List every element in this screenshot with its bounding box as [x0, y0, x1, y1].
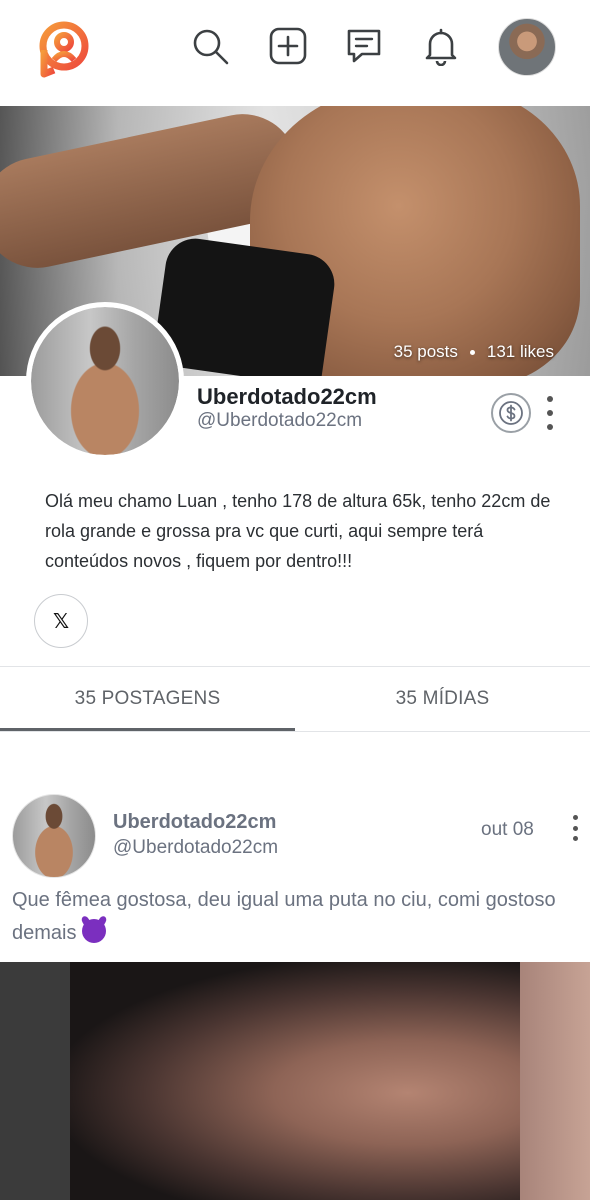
posts-count: 35 posts — [393, 342, 458, 361]
messages-icon[interactable] — [344, 26, 384, 66]
dollar-icon — [499, 401, 523, 425]
post-date: out 08 — [481, 819, 534, 840]
post-media-image[interactable] — [0, 962, 590, 1200]
tabs-divider — [0, 731, 590, 732]
tab-posts[interactable]: 35 POSTAGENS — [0, 668, 295, 730]
tip-button[interactable] — [491, 393, 531, 433]
post-text: Que fêmea gostosa, deu igual uma puta no… — [12, 884, 572, 950]
post-author-name[interactable]: Uberdotado22cm — [113, 811, 276, 834]
top-navigation-bar — [0, 0, 590, 106]
section-divider — [0, 666, 590, 667]
profile-more-options-icon[interactable] — [540, 394, 560, 432]
x-social-link-icon[interactable]: 𝕏 — [34, 594, 88, 648]
post-author-avatar[interactable] — [12, 794, 96, 878]
search-icon[interactable] — [190, 26, 230, 66]
profile-bio: Olá meu chamo Luan , tenho 178 de altura… — [45, 491, 551, 571]
post-more-options-icon[interactable] — [566, 815, 584, 841]
stats-separator — [469, 349, 475, 355]
likes-count: 131 likes — [486, 342, 554, 361]
add-post-icon[interactable] — [268, 26, 308, 66]
smiling-devil-emoji-icon — [82, 919, 107, 943]
profile-stats: 35 posts 131 likes — [394, 342, 554, 362]
account-avatar[interactable] — [498, 18, 556, 76]
tab-media[interactable]: 35 MÍDIAS — [295, 668, 590, 730]
profile-display-name: Uberdotado22cm — [197, 384, 377, 409]
brand-logo-icon[interactable] — [36, 20, 92, 78]
profile-handle: @Uberdotado22cm — [197, 410, 363, 431]
post-author-handle[interactable]: @Uberdotado22cm — [113, 837, 278, 859]
profile-avatar[interactable] — [26, 302, 184, 460]
x-logo: 𝕏 — [52, 610, 70, 633]
notifications-icon[interactable] — [421, 26, 461, 66]
